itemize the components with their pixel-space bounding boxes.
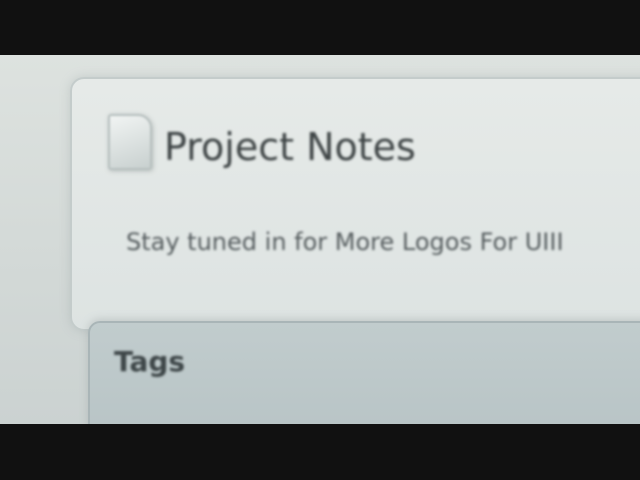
tags-title: Tags bbox=[114, 345, 186, 378]
project-notes-title: Project Notes bbox=[164, 125, 416, 169]
project-notes-panel: Project Notes Stay tuned in for More Log… bbox=[70, 77, 640, 331]
screen-area: Project Notes Stay tuned in for More Log… bbox=[0, 55, 640, 424]
video-frame: Project Notes Stay tuned in for More Log… bbox=[0, 0, 640, 480]
document-icon bbox=[108, 114, 152, 170]
project-notes-text: Stay tuned in for More Logos For UIII bbox=[126, 228, 564, 256]
tags-panel: Tags bbox=[88, 321, 640, 424]
